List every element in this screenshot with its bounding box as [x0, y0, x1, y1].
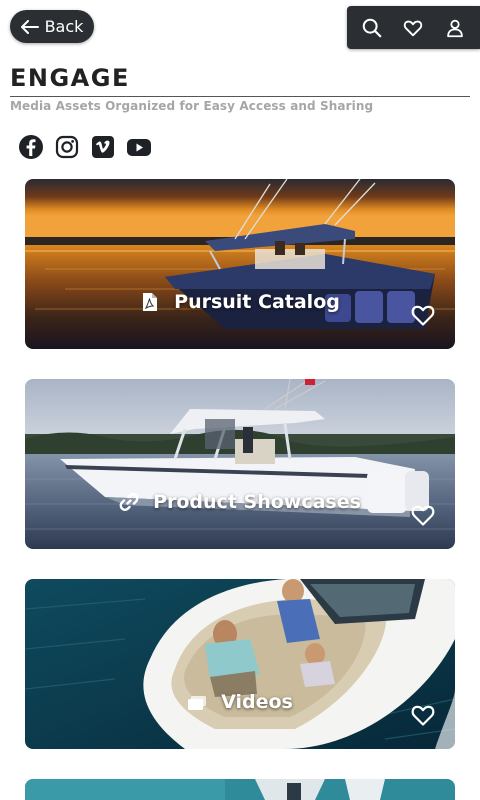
card-image-sunset-boat: [25, 179, 455, 349]
arrow-left-icon: [20, 19, 39, 34]
card-pursuit-catalog[interactable]: Pursuit Catalog: [25, 179, 455, 349]
card-label-row: Pursuit Catalog: [25, 291, 455, 313]
card-image-white-boat: [25, 379, 455, 549]
favorite-button[interactable]: [410, 303, 436, 327]
back-button[interactable]: Back: [10, 10, 94, 43]
facebook-icon: [19, 135, 43, 159]
title-divider: [10, 96, 470, 97]
back-label: Back: [44, 17, 84, 36]
instagram-icon: [55, 135, 79, 159]
instagram-link[interactable]: [54, 134, 80, 160]
page-subtitle: Media Assets Organized for Easy Access a…: [10, 99, 374, 113]
heart-outline-icon: [411, 505, 435, 526]
folder-icon: [188, 696, 207, 710]
search-icon: [362, 18, 382, 37]
heart-outline-icon: [411, 705, 435, 726]
card-image-partial: [25, 779, 455, 800]
favorite-button[interactable]: [410, 703, 436, 727]
card-label-row: Videos: [25, 691, 455, 713]
youtube-link[interactable]: [126, 134, 152, 160]
search-button[interactable]: [356, 12, 388, 44]
vimeo-link[interactable]: [90, 134, 116, 160]
vimeo-icon: [92, 136, 114, 158]
pdf-icon: [143, 293, 158, 311]
link-icon: [119, 493, 139, 511]
top-toolbar: [347, 6, 480, 49]
card-title: Product Showcases: [153, 491, 361, 513]
card-title: Pursuit Catalog: [174, 291, 340, 313]
card-videos[interactable]: Videos: [25, 579, 455, 749]
favorite-button[interactable]: [410, 503, 436, 527]
heart-outline-icon: [411, 305, 435, 326]
card-label-row: Product Showcases: [25, 491, 455, 513]
page-title: ENGAGE: [10, 64, 130, 92]
card-image-boat-deck: [25, 579, 455, 749]
card-product-showcases[interactable]: Product Showcases: [25, 379, 455, 549]
account-button[interactable]: [439, 12, 471, 44]
user-icon: [447, 19, 463, 37]
youtube-icon: [127, 139, 151, 156]
heart-icon: [404, 20, 423, 36]
card-title: Videos: [221, 691, 293, 713]
favorites-button[interactable]: [397, 12, 429, 44]
social-links: [18, 134, 152, 160]
facebook-link[interactable]: [18, 134, 44, 160]
card-next-partial[interactable]: [25, 779, 455, 800]
